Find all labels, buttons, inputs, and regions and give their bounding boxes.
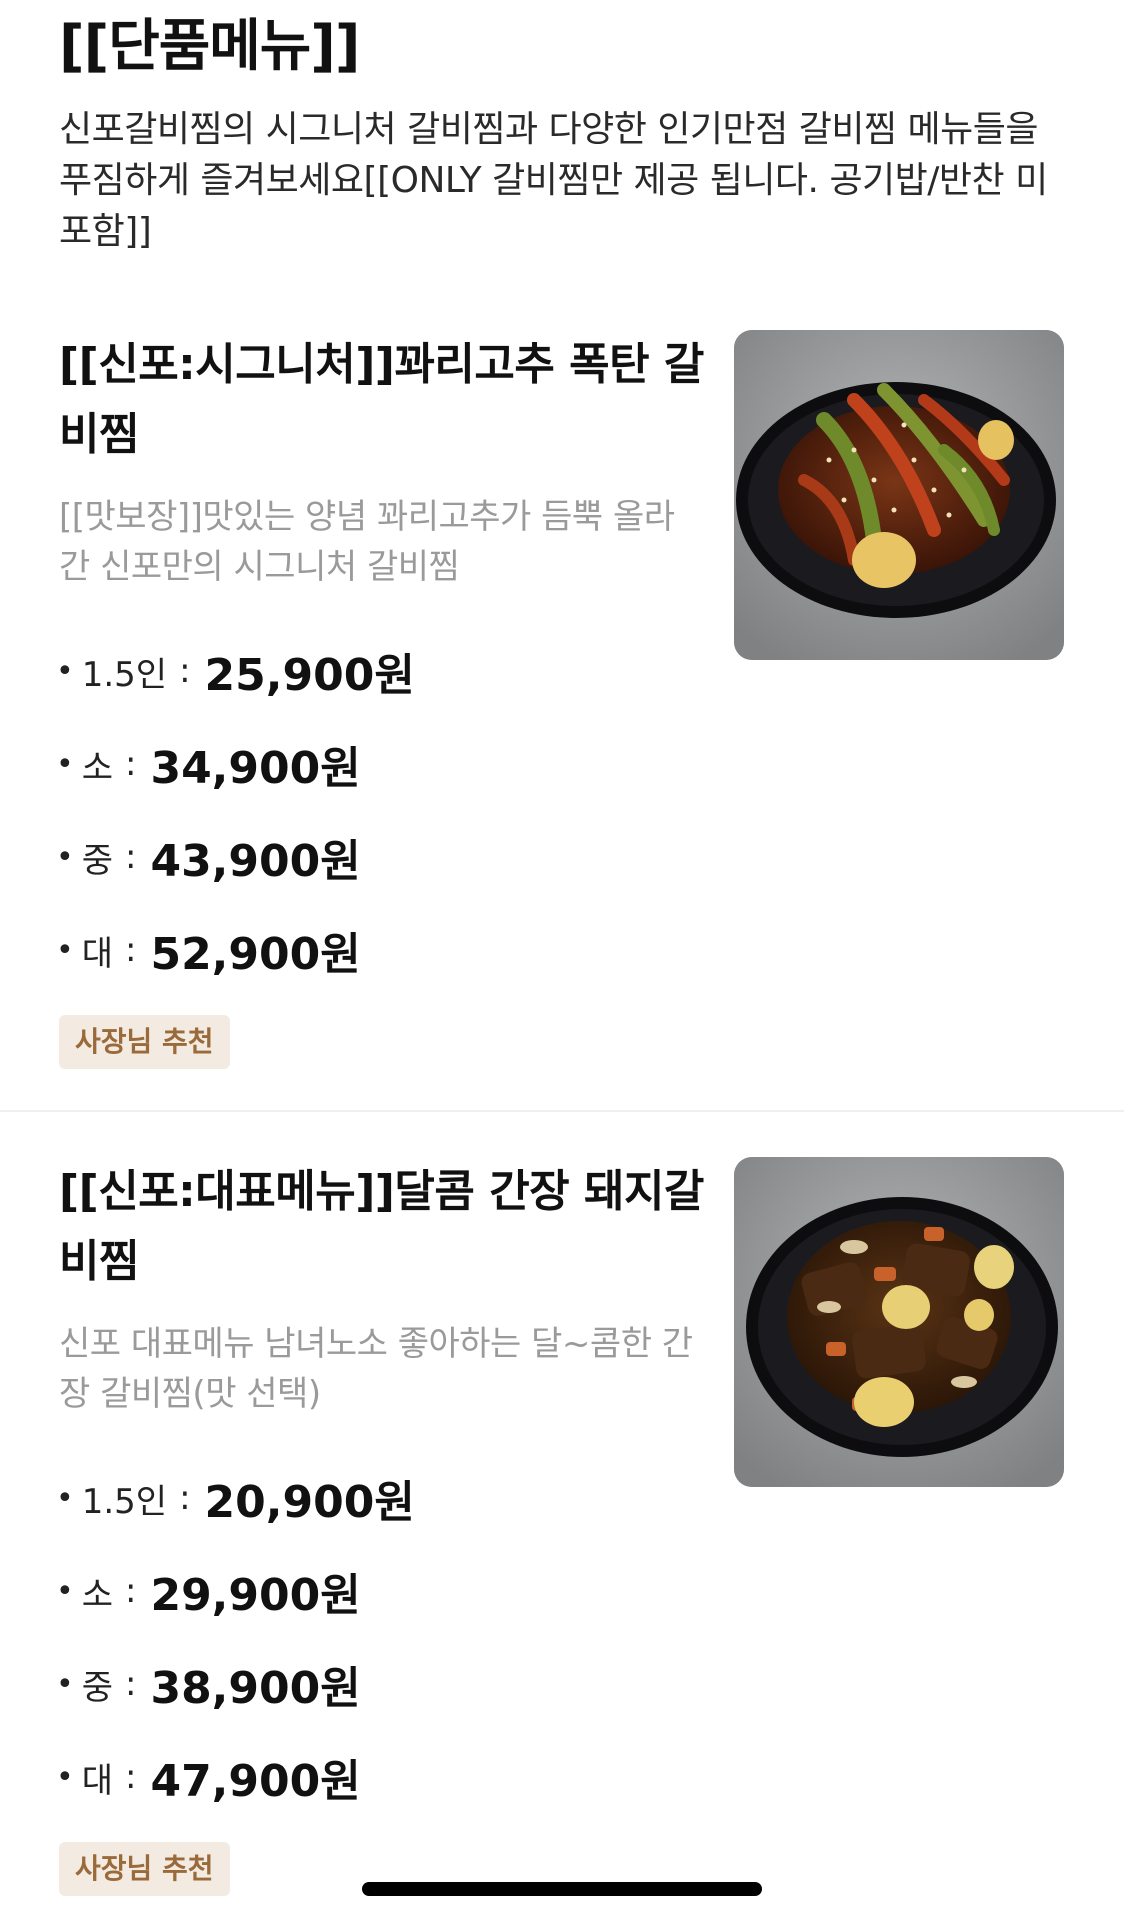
menu-item-name: [[신포:시그니처]]꽈리고추 폭탄 갈비찜 bbox=[59, 339, 704, 460]
price-value: 34,900원 bbox=[150, 743, 361, 794]
price-separator: : bbox=[179, 651, 191, 691]
food-photo-graphic bbox=[734, 330, 1064, 660]
food-photo-soy-galbi-jjim-icon[interactable] bbox=[734, 1157, 1064, 1487]
price-size-label: 대 bbox=[81, 933, 113, 974]
price-row: • 소 : 29,900원 bbox=[56, 1561, 361, 1621]
price-size-label: 소 bbox=[81, 1574, 113, 1615]
price-size-label: 중 bbox=[81, 840, 113, 881]
menu-item-soy-galbi-jjim[interactable]: [[신포:대표메뉴]]달콤 간장 돼지갈비찜 신포 대표메뉴 남녀노소 좋아하는… bbox=[0, 1157, 1124, 1897]
price-value: 20,900원 bbox=[204, 1477, 415, 1528]
price-size-label: 1.5인 bbox=[81, 1481, 168, 1522]
bullet-icon: • bbox=[56, 1480, 74, 1516]
menu-item-description: 신포 대표메뉴 남녀노소 좋아하는 달~콤한 간장 갈비찜(맛 선택) bbox=[59, 1324, 693, 1414]
price-row: • 대 : 52,900원 bbox=[56, 920, 361, 980]
price-separator: : bbox=[124, 1571, 137, 1611]
menu-item-signature-galbi-jjim[interactable]: [[신포:시그니처]]꽈리고추 폭탄 갈비찜 [[맛보장]]맛있는 양념 꽈리고… bbox=[0, 330, 1124, 1090]
price-value: 43,900원 bbox=[150, 836, 361, 887]
bullet-icon: • bbox=[56, 839, 74, 875]
price-separator: : bbox=[124, 744, 137, 784]
price-separator: : bbox=[124, 837, 137, 877]
price-value: 25,900원 bbox=[204, 650, 415, 701]
owner-recommend-badge: 사장님 추천 bbox=[59, 1015, 230, 1069]
price-value: 47,900원 bbox=[150, 1756, 361, 1807]
price-size-label: 대 bbox=[81, 1760, 113, 1801]
food-photo-graphic bbox=[734, 1157, 1064, 1487]
price-size-label: 소 bbox=[81, 747, 113, 788]
price-row: • 1.5인 : 25,900원 bbox=[56, 641, 415, 701]
price-row: • 중 : 43,900원 bbox=[56, 827, 361, 887]
home-indicator[interactable] bbox=[362, 1882, 762, 1896]
price-value: 38,900원 bbox=[150, 1663, 361, 1714]
price-separator: : bbox=[124, 930, 137, 970]
bullet-icon: • bbox=[56, 1666, 74, 1702]
bullet-icon: • bbox=[56, 653, 74, 689]
price-row: • 대 : 47,900원 bbox=[56, 1747, 361, 1807]
bullet-icon: • bbox=[56, 1573, 74, 1609]
bullet-icon: • bbox=[56, 932, 74, 968]
price-separator: : bbox=[124, 1664, 137, 1704]
price-separator: : bbox=[124, 1757, 137, 1797]
food-photo-spicy-galbi-jjim-icon[interactable] bbox=[734, 330, 1064, 660]
menu-divider bbox=[0, 1110, 1124, 1112]
price-separator: : bbox=[179, 1478, 191, 1518]
menu-item-description: [[맛보장]]맛있는 양념 꽈리고추가 듬뿍 올라 간 신포만의 시그니처 갈비… bbox=[59, 497, 675, 587]
price-size-label: 1.5인 bbox=[81, 654, 168, 695]
price-row: • 소 : 34,900원 bbox=[56, 734, 361, 794]
bullet-icon: • bbox=[56, 746, 74, 782]
price-value: 29,900원 bbox=[150, 1570, 361, 1621]
price-value: 52,900원 bbox=[150, 929, 361, 980]
price-row: • 중 : 38,900원 bbox=[56, 1654, 361, 1714]
menu-item-name: [[신포:대표메뉴]]달콤 간장 돼지갈비찜 bbox=[59, 1166, 704, 1287]
price-size-label: 중 bbox=[81, 1667, 113, 1708]
section-title: [[단품메뉴]] bbox=[59, 14, 360, 79]
section-description: 신포갈비찜의 시그니처 갈비찜과 다양한 인기만점 갈비찜 메뉴들을 푸짐하게 … bbox=[59, 109, 1048, 252]
price-row: • 1.5인 : 20,900원 bbox=[56, 1468, 415, 1528]
owner-recommend-badge: 사장님 추천 bbox=[59, 1842, 230, 1896]
bullet-icon: • bbox=[56, 1759, 74, 1795]
